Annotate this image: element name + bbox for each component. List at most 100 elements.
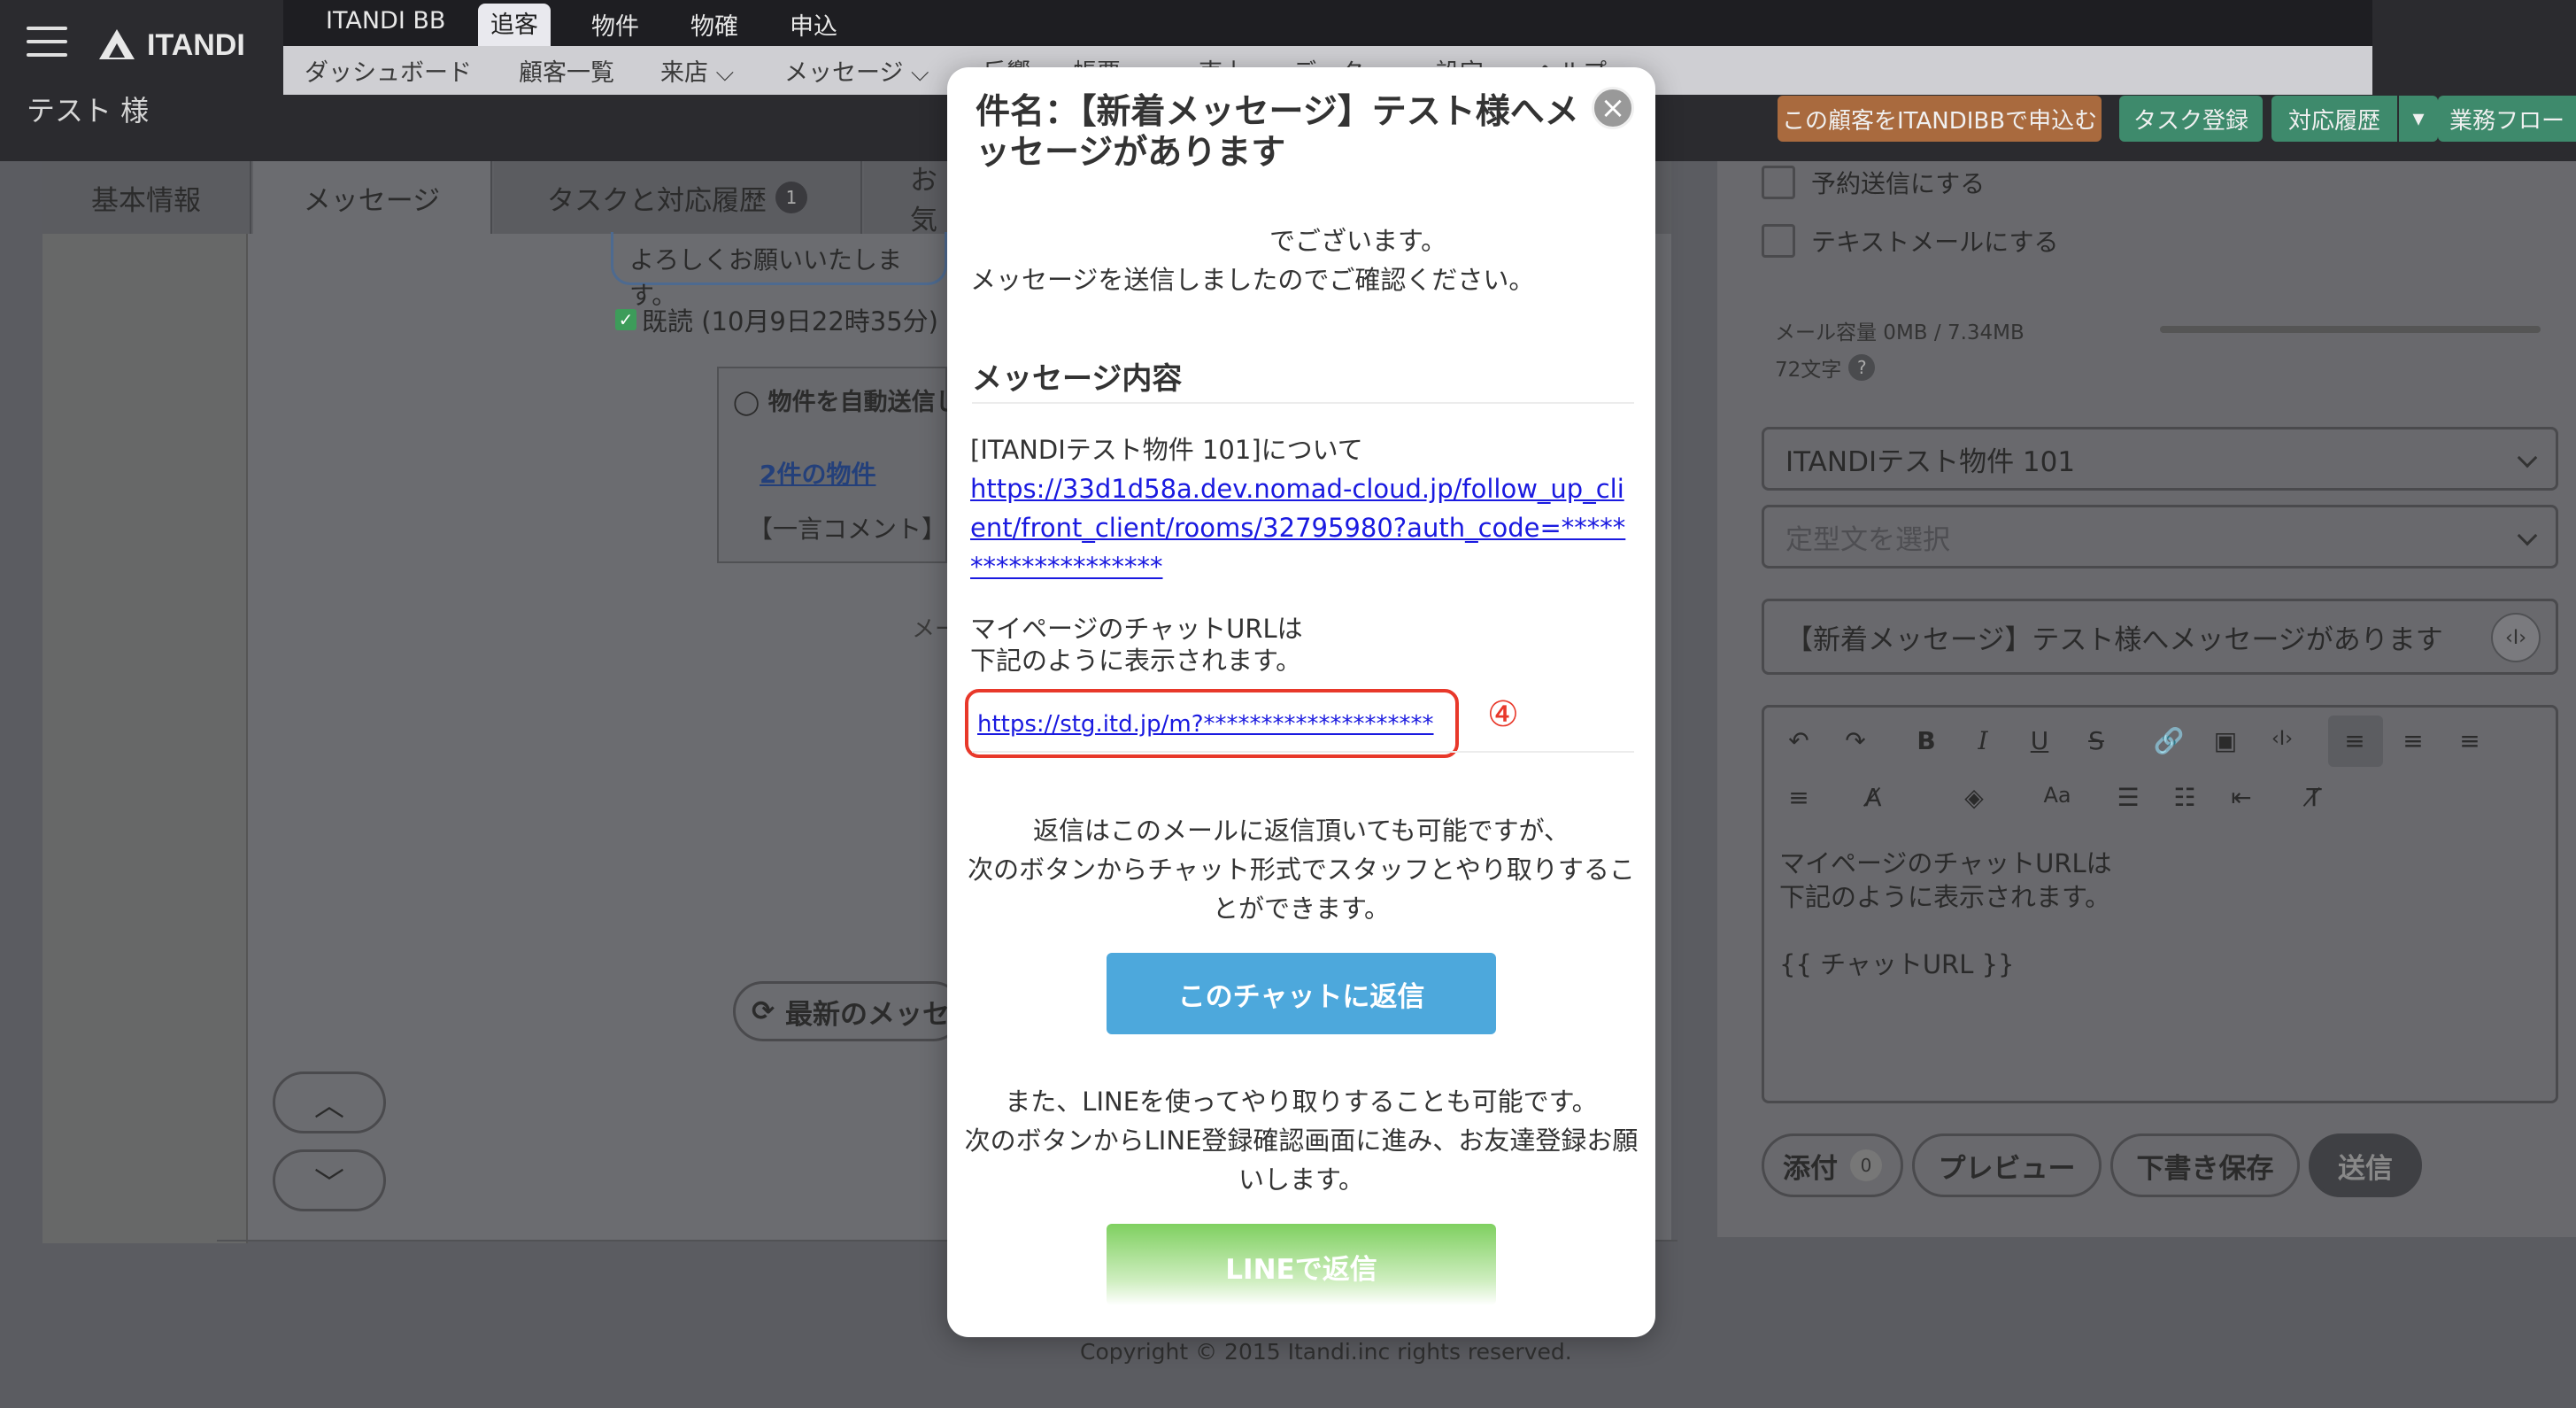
close-icon[interactable]: × bbox=[1592, 87, 1634, 129]
attach-button[interactable]: 添付 0 bbox=[1762, 1133, 1903, 1197]
message-content-heading: メッセージ内容 bbox=[972, 361, 1183, 397]
top-nav-bukkaku[interactable]: 物確 bbox=[690, 7, 738, 42]
template-select-placeholder: 定型文を選択 bbox=[1785, 523, 1950, 556]
follow-up-link[interactable]: https://33d1d58a.dev.nomad-cloud.jp/foll… bbox=[970, 469, 1636, 586]
char-count-text: 72文字 bbox=[1775, 359, 1842, 382]
tab-task-history[interactable]: タスクと対応履歴 1 bbox=[494, 161, 862, 234]
copyright: Copyright © 2015 Itandi.inc rights reser… bbox=[1080, 1339, 1572, 1365]
font-size-icon[interactable]: Aa bbox=[2040, 783, 2075, 808]
reserve-send-label: 予約送信にする bbox=[1811, 169, 1986, 198]
task-badge: 1 bbox=[775, 182, 807, 213]
mail-capacity-bar bbox=[2160, 326, 2541, 333]
chat-url-link[interactable]: https://stg.itd.jp/m?*******************… bbox=[977, 705, 1434, 744]
tab-favorite[interactable]: お気 bbox=[864, 161, 953, 236]
url-divider bbox=[972, 751, 1634, 753]
line-text-3: いします。 bbox=[1238, 1164, 1365, 1195]
line-text-1: また、LINEを使ってやり取りすることも可能です。 bbox=[1005, 1087, 1598, 1117]
chevron-down-icon bbox=[2517, 447, 2538, 468]
align-left-icon[interactable]: ≡ bbox=[2337, 726, 2372, 755]
tab-label: タスクと対応履歴 bbox=[547, 184, 767, 217]
template-select[interactable]: 定型文を選択 bbox=[1762, 505, 2558, 569]
char-count: 72文字? bbox=[1775, 352, 1876, 383]
reserve-send-row[interactable]: 予約送信にする bbox=[1762, 165, 1985, 200]
top-nav-bukken[interactable]: 物件 bbox=[591, 7, 639, 42]
attach-count: 0 bbox=[1850, 1149, 1882, 1181]
chat-bubble: よろしくお願いいたします。 bbox=[611, 232, 947, 310]
text-color-clear-icon[interactable]: A̸ bbox=[1855, 783, 1891, 812]
scroll-up-button[interactable]: ︿ bbox=[273, 1071, 386, 1133]
clear-format-icon[interactable]: T̸ bbox=[2296, 783, 2332, 812]
send-button[interactable]: 送信 bbox=[2309, 1133, 2422, 1197]
sub-nav-visit[interactable]: 来店 ⌵ bbox=[660, 53, 734, 88]
strikethrough-icon[interactable]: S bbox=[2079, 726, 2114, 755]
insert-variable-icon[interactable]: ‹I› bbox=[2491, 613, 2541, 662]
sub-nav-dashboard[interactable]: ダッシュボード bbox=[305, 53, 472, 88]
line-reply-button[interactable]: LINEで返信 bbox=[1107, 1224, 1496, 1305]
tab-label: お気 bbox=[910, 165, 937, 236]
sub-nav-message[interactable]: メッセージ ⌵ bbox=[784, 53, 929, 88]
numbered-list-icon[interactable]: ☷ bbox=[2167, 783, 2202, 812]
reply-text-1: 返信はこのメールに返信頂いても可能ですが、 bbox=[1032, 816, 1570, 846]
mail-capacity: メール容量 0MB / 7.34MB bbox=[1775, 321, 2025, 344]
bullet-list-icon[interactable]: ☰ bbox=[2110, 783, 2146, 812]
response-history-button[interactable]: 対応履歴 bbox=[2271, 96, 2397, 142]
save-draft-button[interactable]: 下書き保存 bbox=[2110, 1133, 2300, 1197]
align-center-icon[interactable]: ≡ bbox=[2395, 726, 2431, 755]
check-icon: ✓ bbox=[615, 309, 636, 330]
response-history-dropdown-icon[interactable]: ▾ bbox=[2399, 96, 2438, 142]
italic-icon[interactable]: I bbox=[1965, 726, 2001, 755]
top-nav-moushikomi[interactable]: 申込 bbox=[790, 7, 837, 42]
top-nav-tsuikyaku[interactable]: 追客 bbox=[478, 4, 551, 46]
customer-name: テスト 様 bbox=[27, 94, 150, 128]
latest-message-button[interactable]: ⟳ 最新のメッセ bbox=[733, 981, 963, 1041]
annotation-number: ④ bbox=[1487, 694, 1519, 735]
top-nav-itandi-bb[interactable]: ITANDI BB bbox=[326, 7, 445, 35]
property-box-title-text: 物件を自動送信し bbox=[767, 389, 960, 416]
text-mail-label: テキストメールにする bbox=[1811, 228, 2059, 257]
chevron-down-icon bbox=[2517, 525, 2538, 546]
insert-variable-icon[interactable]: ‹I› bbox=[2264, 728, 2300, 750]
chat-reply-button[interactable]: このチャットに返信 bbox=[1107, 953, 1496, 1034]
sub-nav-customer-list[interactable]: 顧客一覧 bbox=[519, 53, 614, 88]
attach-label: 添付 bbox=[1783, 1152, 1838, 1185]
reply-text-3: とができます。 bbox=[1212, 894, 1391, 924]
subject-input[interactable]: 【新着メッセージ】テスト様へメッセージがあります bbox=[1762, 599, 2558, 675]
bold-icon[interactable]: B bbox=[1909, 726, 1944, 755]
scroll-down-button[interactable]: ﹀ bbox=[273, 1149, 386, 1211]
property-box-title: ◯ 物件を自動送信し bbox=[733, 383, 960, 417]
notice-text: メッセージを送信しましたのでご確認ください。 bbox=[970, 265, 1535, 295]
itandi-logo[interactable]: ITANDI bbox=[97, 23, 245, 67]
mypage-line-2: 下記のように表示されます。 bbox=[970, 646, 1302, 676]
bg-color-clear-icon[interactable]: ◈ bbox=[1956, 783, 1992, 812]
hamburger-menu-icon[interactable] bbox=[27, 27, 67, 58]
apply-itandibb-button[interactable]: この顧客をITANDIBBで申込む bbox=[1778, 96, 2102, 142]
read-status-text: 既読 (10月9日22時35分) bbox=[642, 306, 939, 337]
task-register-button[interactable]: タスク登録 bbox=[2119, 96, 2263, 142]
reserve-send-checkbox[interactable] bbox=[1762, 166, 1795, 199]
tab-message[interactable]: メッセージ bbox=[253, 161, 492, 234]
help-icon[interactable]: ? bbox=[1848, 354, 1876, 381]
align-right-icon[interactable]: ≡ bbox=[2452, 726, 2487, 755]
preview-button[interactable]: プレビュー bbox=[1912, 1133, 2102, 1197]
link-icon[interactable]: 🔗 bbox=[2151, 726, 2187, 755]
redo-icon[interactable]: ↷ bbox=[1838, 726, 1873, 755]
tab-basic-info[interactable]: 基本情報 bbox=[42, 161, 251, 234]
text-mail-checkbox[interactable] bbox=[1762, 224, 1795, 258]
workflow-button[interactable]: 業務フロー bbox=[2438, 96, 2576, 142]
left-column bbox=[42, 234, 248, 1243]
heading-divider bbox=[972, 402, 1634, 404]
underline-icon[interactable]: U bbox=[2022, 726, 2057, 755]
property-select[interactable]: ITANDIテスト物件 101 bbox=[1762, 427, 2558, 491]
outdent-icon[interactable]: ⇤ bbox=[2224, 783, 2259, 812]
property-line: [ITANDIテスト物件 101]について bbox=[970, 435, 1363, 465]
property-comment: 【一言コメント】 bbox=[748, 514, 947, 544]
text-mail-row[interactable]: テキストメールにする bbox=[1762, 223, 2058, 259]
logo-text: ITANDI bbox=[147, 27, 245, 62]
text-box-icon[interactable]: ▣ bbox=[2208, 726, 2243, 755]
align-justify-icon[interactable]: ≡ bbox=[1781, 783, 1816, 812]
editor-body-text[interactable]: マイページのチャットURLは 下記のように表示されます。 {{ チャットURL … bbox=[1779, 847, 2112, 981]
property-link[interactable]: 2件の物件 bbox=[760, 455, 875, 491]
undo-icon[interactable]: ↶ bbox=[1781, 726, 1816, 755]
logo-mark-icon bbox=[97, 27, 136, 63]
reply-text-2: 次のボタンからチャット形式でスタッフとやり取りするこ bbox=[968, 855, 1635, 885]
